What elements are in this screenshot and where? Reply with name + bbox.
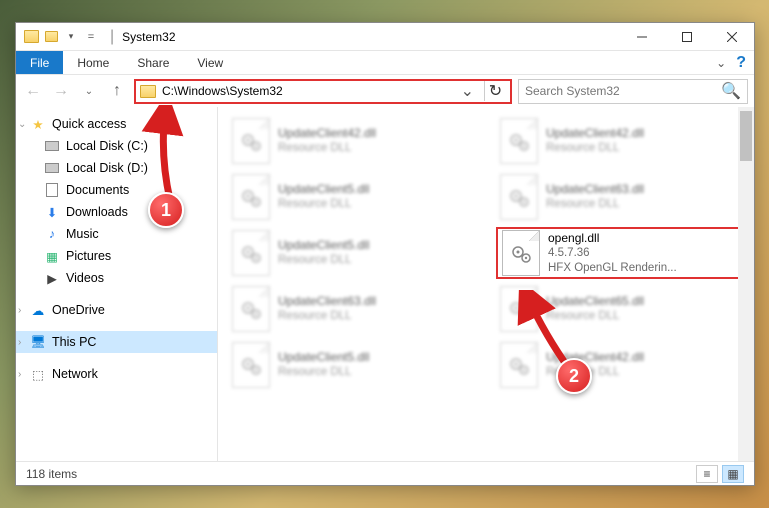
file-name: UpdateClient63.dll <box>278 294 376 309</box>
dll-icon <box>502 230 540 276</box>
disk-icon <box>44 138 60 154</box>
address-row: ← → ⌄ ↑ C:\Windows\System32 ⌄ ↻ 🔍 <box>16 75 754 107</box>
videos-icon: ▶ <box>44 270 60 286</box>
status-bar: 118 items ≡ ▦ <box>16 461 754 485</box>
scroll-thumb[interactable] <box>740 111 752 161</box>
file-item[interactable]: UpdateClient42.dllResource DLL <box>496 115 744 167</box>
dll-icon <box>232 174 270 220</box>
address-bar[interactable]: C:\Windows\System32 ⌄ ↻ <box>134 79 512 104</box>
disk-icon <box>44 160 60 176</box>
tab-file[interactable]: File <box>16 51 63 74</box>
dll-icon <box>232 286 270 332</box>
up-button[interactable]: ↑ <box>106 80 128 102</box>
dll-icon <box>232 342 270 388</box>
file-type: Resource DLL <box>278 309 376 323</box>
minimize-button[interactable] <box>619 23 664 51</box>
file-type: Resource DLL <box>278 141 376 155</box>
qat-button[interactable] <box>42 28 60 46</box>
back-button[interactable]: ← <box>22 80 44 102</box>
qat-overflow[interactable]: = <box>82 28 100 46</box>
file-list: UpdateClient42.dllResource DLLUpdateClie… <box>218 107 754 461</box>
search-icon[interactable]: 🔍 <box>721 81 741 101</box>
search-box[interactable]: 🔍 <box>518 79 748 104</box>
file-item[interactable]: UpdateClient5.dllResource DLL <box>228 171 476 223</box>
folder-icon <box>22 28 40 46</box>
nav-network[interactable]: ›⬚Network <box>16 363 217 385</box>
download-icon: ⬇ <box>44 204 60 220</box>
dll-icon <box>500 174 538 220</box>
dll-icon <box>232 230 270 276</box>
address-path: C:\Windows\System32 <box>162 84 451 98</box>
refresh-button[interactable]: ↻ <box>484 81 506 101</box>
pc-icon: 🖥 <box>30 334 46 350</box>
folder-icon <box>140 85 156 98</box>
file-item[interactable]: opengl.dll4.5.7.36HFX OpenGL Renderin... <box>496 227 744 279</box>
documents-icon <box>44 182 60 198</box>
help-icon[interactable]: ? <box>736 54 746 72</box>
callout-badge-2: 2 <box>556 358 592 394</box>
pictures-icon: ▦ <box>44 248 60 264</box>
file-item[interactable]: UpdateClient5.dllResource DLL <box>228 339 476 391</box>
ribbon-expand-icon[interactable]: ⌄ <box>716 56 726 70</box>
nav-music[interactable]: ♪Music <box>16 223 217 245</box>
tab-home[interactable]: Home <box>63 51 123 74</box>
close-button[interactable] <box>709 23 754 51</box>
cloud-icon: ☁ <box>30 302 46 318</box>
file-name: UpdateClient63.dll <box>546 182 644 197</box>
file-type: Resource DLL <box>546 197 644 211</box>
tab-share[interactable]: Share <box>123 51 183 74</box>
title-separator: | <box>110 28 114 46</box>
file-item[interactable]: UpdateClient63.dllResource DLL <box>228 283 476 335</box>
file-name: UpdateClient42.dll <box>278 126 376 141</box>
file-description: HFX OpenGL Renderin... <box>548 261 677 275</box>
file-name: UpdateClient5.dll <box>278 182 369 197</box>
file-type: Resource DLL <box>278 197 369 211</box>
file-name: UpdateClient5.dll <box>278 350 369 365</box>
forward-button[interactable]: → <box>50 80 72 102</box>
search-input[interactable] <box>525 84 715 98</box>
callout-badge-1: 1 <box>148 192 184 228</box>
network-icon: ⬚ <box>30 366 46 382</box>
titlebar: ▾ = | System32 <box>16 23 754 51</box>
file-type: Resource DLL <box>278 253 369 267</box>
maximize-button[interactable] <box>664 23 709 51</box>
item-count: 118 items <box>26 467 77 481</box>
scrollbar[interactable] <box>738 107 754 461</box>
music-icon: ♪ <box>44 226 60 242</box>
nav-onedrive[interactable]: ›☁OneDrive <box>16 299 217 321</box>
nav-pictures[interactable]: ▦Pictures <box>16 245 217 267</box>
nav-videos[interactable]: ▶Videos <box>16 267 217 289</box>
tab-view[interactable]: View <box>183 51 237 74</box>
dll-icon <box>500 118 538 164</box>
file-name: UpdateClient42.dll <box>546 126 644 141</box>
file-version: 4.5.7.36 <box>548 246 677 260</box>
quick-access-toolbar: ▾ = <box>16 28 106 46</box>
file-name: UpdateClient5.dll <box>278 238 369 253</box>
ribbon: File Home Share View ⌄ ? <box>16 51 754 75</box>
file-type: Resource DLL <box>546 141 644 155</box>
view-details-button[interactable]: ≡ <box>696 465 718 483</box>
view-icons-button[interactable]: ▦ <box>722 465 744 483</box>
qat-dropdown-icon[interactable]: ▾ <box>62 28 80 46</box>
nav-this-pc[interactable]: ›🖥This PC <box>16 331 217 353</box>
window-title: System32 <box>118 30 619 44</box>
file-item[interactable]: UpdateClient63.dllResource DLL <box>496 171 744 223</box>
explorer-window: ▾ = | System32 File Home Share View ⌄ ? … <box>15 22 755 486</box>
address-dropdown-icon[interactable]: ⌄ <box>457 81 478 101</box>
dll-icon <box>232 118 270 164</box>
file-type: Resource DLL <box>278 365 369 379</box>
file-item[interactable]: UpdateClient5.dllResource DLL <box>228 227 476 279</box>
file-item[interactable]: UpdateClient42.dllResource DLL <box>228 115 476 167</box>
star-icon: ★ <box>30 116 46 132</box>
recent-dropdown-icon[interactable]: ⌄ <box>78 80 100 102</box>
file-name: opengl.dll <box>548 231 677 246</box>
